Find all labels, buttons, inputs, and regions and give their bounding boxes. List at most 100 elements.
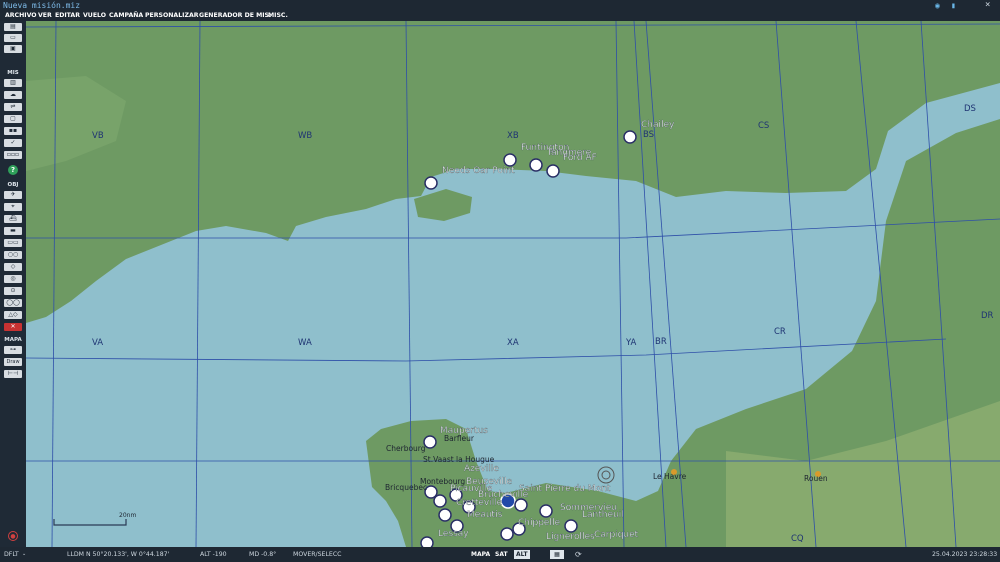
airfield-label: Chippelle — [518, 518, 560, 528]
action-mode-readout: MOVER/SELECC — [293, 551, 342, 558]
wifi-icon: ◉ — [935, 1, 940, 10]
chevron-down-icon[interactable]: ⌄ — [22, 547, 26, 562]
town-label: Montebourg — [420, 477, 465, 486]
triggers-icon[interactable]: ▫▫▫ — [4, 151, 22, 159]
airfield-icon[interactable] — [623, 130, 637, 144]
airfield-icon[interactable] — [423, 435, 437, 449]
airfield-label: Lignerolles — [546, 532, 595, 542]
target-icon[interactable]: ◎ — [4, 275, 22, 283]
airfield-icon[interactable] — [420, 536, 434, 547]
route-icon[interactable]: ⇌ — [4, 103, 22, 111]
airfield-icon[interactable] — [503, 153, 517, 167]
menu-ver[interactable]: VER — [38, 11, 52, 21]
datetime-readout: 25.04.2023 23:28:33 — [932, 551, 998, 558]
zone-icon[interactable]: ◇ — [4, 263, 22, 271]
new-file-icon[interactable]: ▤ — [4, 23, 22, 31]
airfield-icon[interactable] — [433, 494, 447, 508]
menu-generador[interactable]: GENERADOR DE MIS. — [199, 11, 271, 21]
grid-label: WB — [298, 131, 312, 141]
measure-icon[interactable]: ⊢⊣ — [4, 370, 22, 378]
airfield-icon[interactable] — [500, 527, 514, 541]
town-label: Le Havre — [653, 472, 687, 481]
ship-icon[interactable]: ⛴ — [4, 215, 22, 223]
airfield-icon[interactable] — [438, 508, 452, 522]
save-icon[interactable]: ▣ — [4, 45, 22, 53]
draw-button[interactable]: Draw — [4, 358, 22, 366]
airfield-icon[interactable] — [514, 498, 528, 512]
town-label: Rouen — [804, 474, 828, 483]
navpoint-icon[interactable]: ⊙ — [4, 287, 22, 295]
left-toolbar: ▤ ▭ ▣ MIS ▥ ☁ ⇌ ▢ ▪▪ ✓ ▫▫▫ ? OBJ ✈ ⌖ ⛴ ▬… — [0, 21, 26, 547]
grid-label: XB — [507, 131, 519, 141]
trash-icon[interactable]: ▥ — [4, 79, 22, 87]
menu-vuelo[interactable]: VUELO — [83, 11, 106, 21]
grid-label: YA — [625, 338, 637, 348]
record-icon[interactable]: ● — [8, 531, 18, 541]
menu-personalizar[interactable]: PERSONALIZAR — [145, 11, 199, 21]
menu-campana[interactable]: CAMPAÑA — [109, 11, 143, 21]
grid-label: XA — [507, 338, 519, 348]
grid-label: WA — [298, 338, 312, 348]
grid-label: CR — [774, 327, 786, 337]
goals-icon[interactable]: ▪▪ — [4, 127, 22, 135]
check-icon[interactable]: ✓ — [4, 139, 22, 147]
airfield-label: Chailey — [641, 120, 675, 130]
shapes-icon[interactable]: △◇ — [4, 311, 22, 319]
town-label: Barfleur — [444, 434, 475, 443]
altitude-readout: ALT -190 — [200, 551, 227, 558]
airfield-icon[interactable] — [564, 519, 578, 533]
airfield-label: Ford AF — [563, 153, 597, 163]
group-icon[interactable]: ○○ — [4, 251, 22, 259]
ruler-icon[interactable]: ⊶ — [4, 346, 22, 354]
airfield-icon[interactable] — [546, 164, 560, 178]
open-folder-icon[interactable]: ▭ — [4, 34, 22, 42]
airfield-icon[interactable] — [424, 176, 438, 190]
tab-alt[interactable]: ALT — [514, 550, 530, 559]
menu-bar: ARCHIVO VER EDITAR VUELO CAMPAÑA PERSONA… — [0, 11, 1000, 21]
airfield-label: Cretteville — [456, 498, 503, 508]
template-icon[interactable]: ◯◯ — [4, 299, 22, 307]
close-icon[interactable]: × — [985, 0, 990, 11]
grid-label: DS — [964, 104, 976, 114]
menu-editar[interactable]: EDITAR — [55, 11, 80, 21]
vehicle-icon[interactable]: ▬ — [4, 227, 22, 235]
status-bar: DFLT ⌄ LLDM N 50°20.133', W 0°44.187' AL… — [0, 547, 1000, 562]
airfield-icon[interactable] — [529, 158, 543, 172]
section-obj-label: OBJ — [7, 182, 19, 188]
helicopter-icon[interactable]: ⌖ — [4, 203, 22, 211]
grid-label: CS — [758, 121, 769, 131]
weather-icon[interactable]: ☁ — [4, 91, 22, 99]
aircraft-icon[interactable]: ✈ — [4, 191, 22, 199]
tab-sat[interactable]: SAT — [493, 550, 510, 559]
menu-misc[interactable]: MISC. — [268, 11, 288, 21]
window-title: Nueva misión.miz — [3, 1, 81, 10]
briefing-icon[interactable]: ▢ — [4, 115, 22, 123]
grid-label: BR — [655, 337, 667, 347]
tab-mapa[interactable]: MAPA — [469, 550, 492, 559]
grid-label: CQ — [791, 534, 804, 544]
airfield-label: Lantheuil — [582, 510, 624, 520]
airfield-label: Meautis — [467, 510, 503, 520]
town-label: Cherbourg — [386, 444, 426, 453]
map-filter-icon[interactable]: ▦ — [550, 550, 564, 559]
mode-select[interactable]: DFLT — [4, 547, 19, 562]
magnetic-declination-readout: MD -0.8° — [249, 551, 277, 558]
airfield-icon[interactable] — [539, 504, 553, 518]
static-object-icon[interactable]: ▭▭ — [4, 239, 22, 247]
antenna-icon: ▮ — [951, 1, 956, 10]
map-view[interactable]: VB WB XB BS CS DS VA WA XA YA BR CR DR C… — [26, 21, 1000, 547]
airfield-label: Carpiquet — [594, 530, 639, 540]
delete-icon[interactable]: ✕ — [4, 323, 22, 331]
airfield-label: Azeville — [464, 464, 499, 474]
grid-label: VA — [92, 338, 103, 348]
help-icon[interactable]: ? — [8, 165, 18, 175]
town-label: St.Vaast la Hougue — [423, 455, 495, 464]
section-mis-label: MIS — [7, 70, 19, 76]
grid-label: DR — [981, 311, 994, 321]
title-bar: Nueva misión.miz ◉ ▮ × — [0, 0, 1000, 11]
grid-label: BS — [643, 130, 654, 140]
sync-icon[interactable]: ⟳ — [575, 547, 582, 562]
menu-archivo[interactable]: ARCHIVO — [5, 11, 37, 21]
airfield-label: Saint Pierre du Mont — [519, 484, 611, 494]
section-mapa-label: MAPA — [4, 337, 22, 343]
